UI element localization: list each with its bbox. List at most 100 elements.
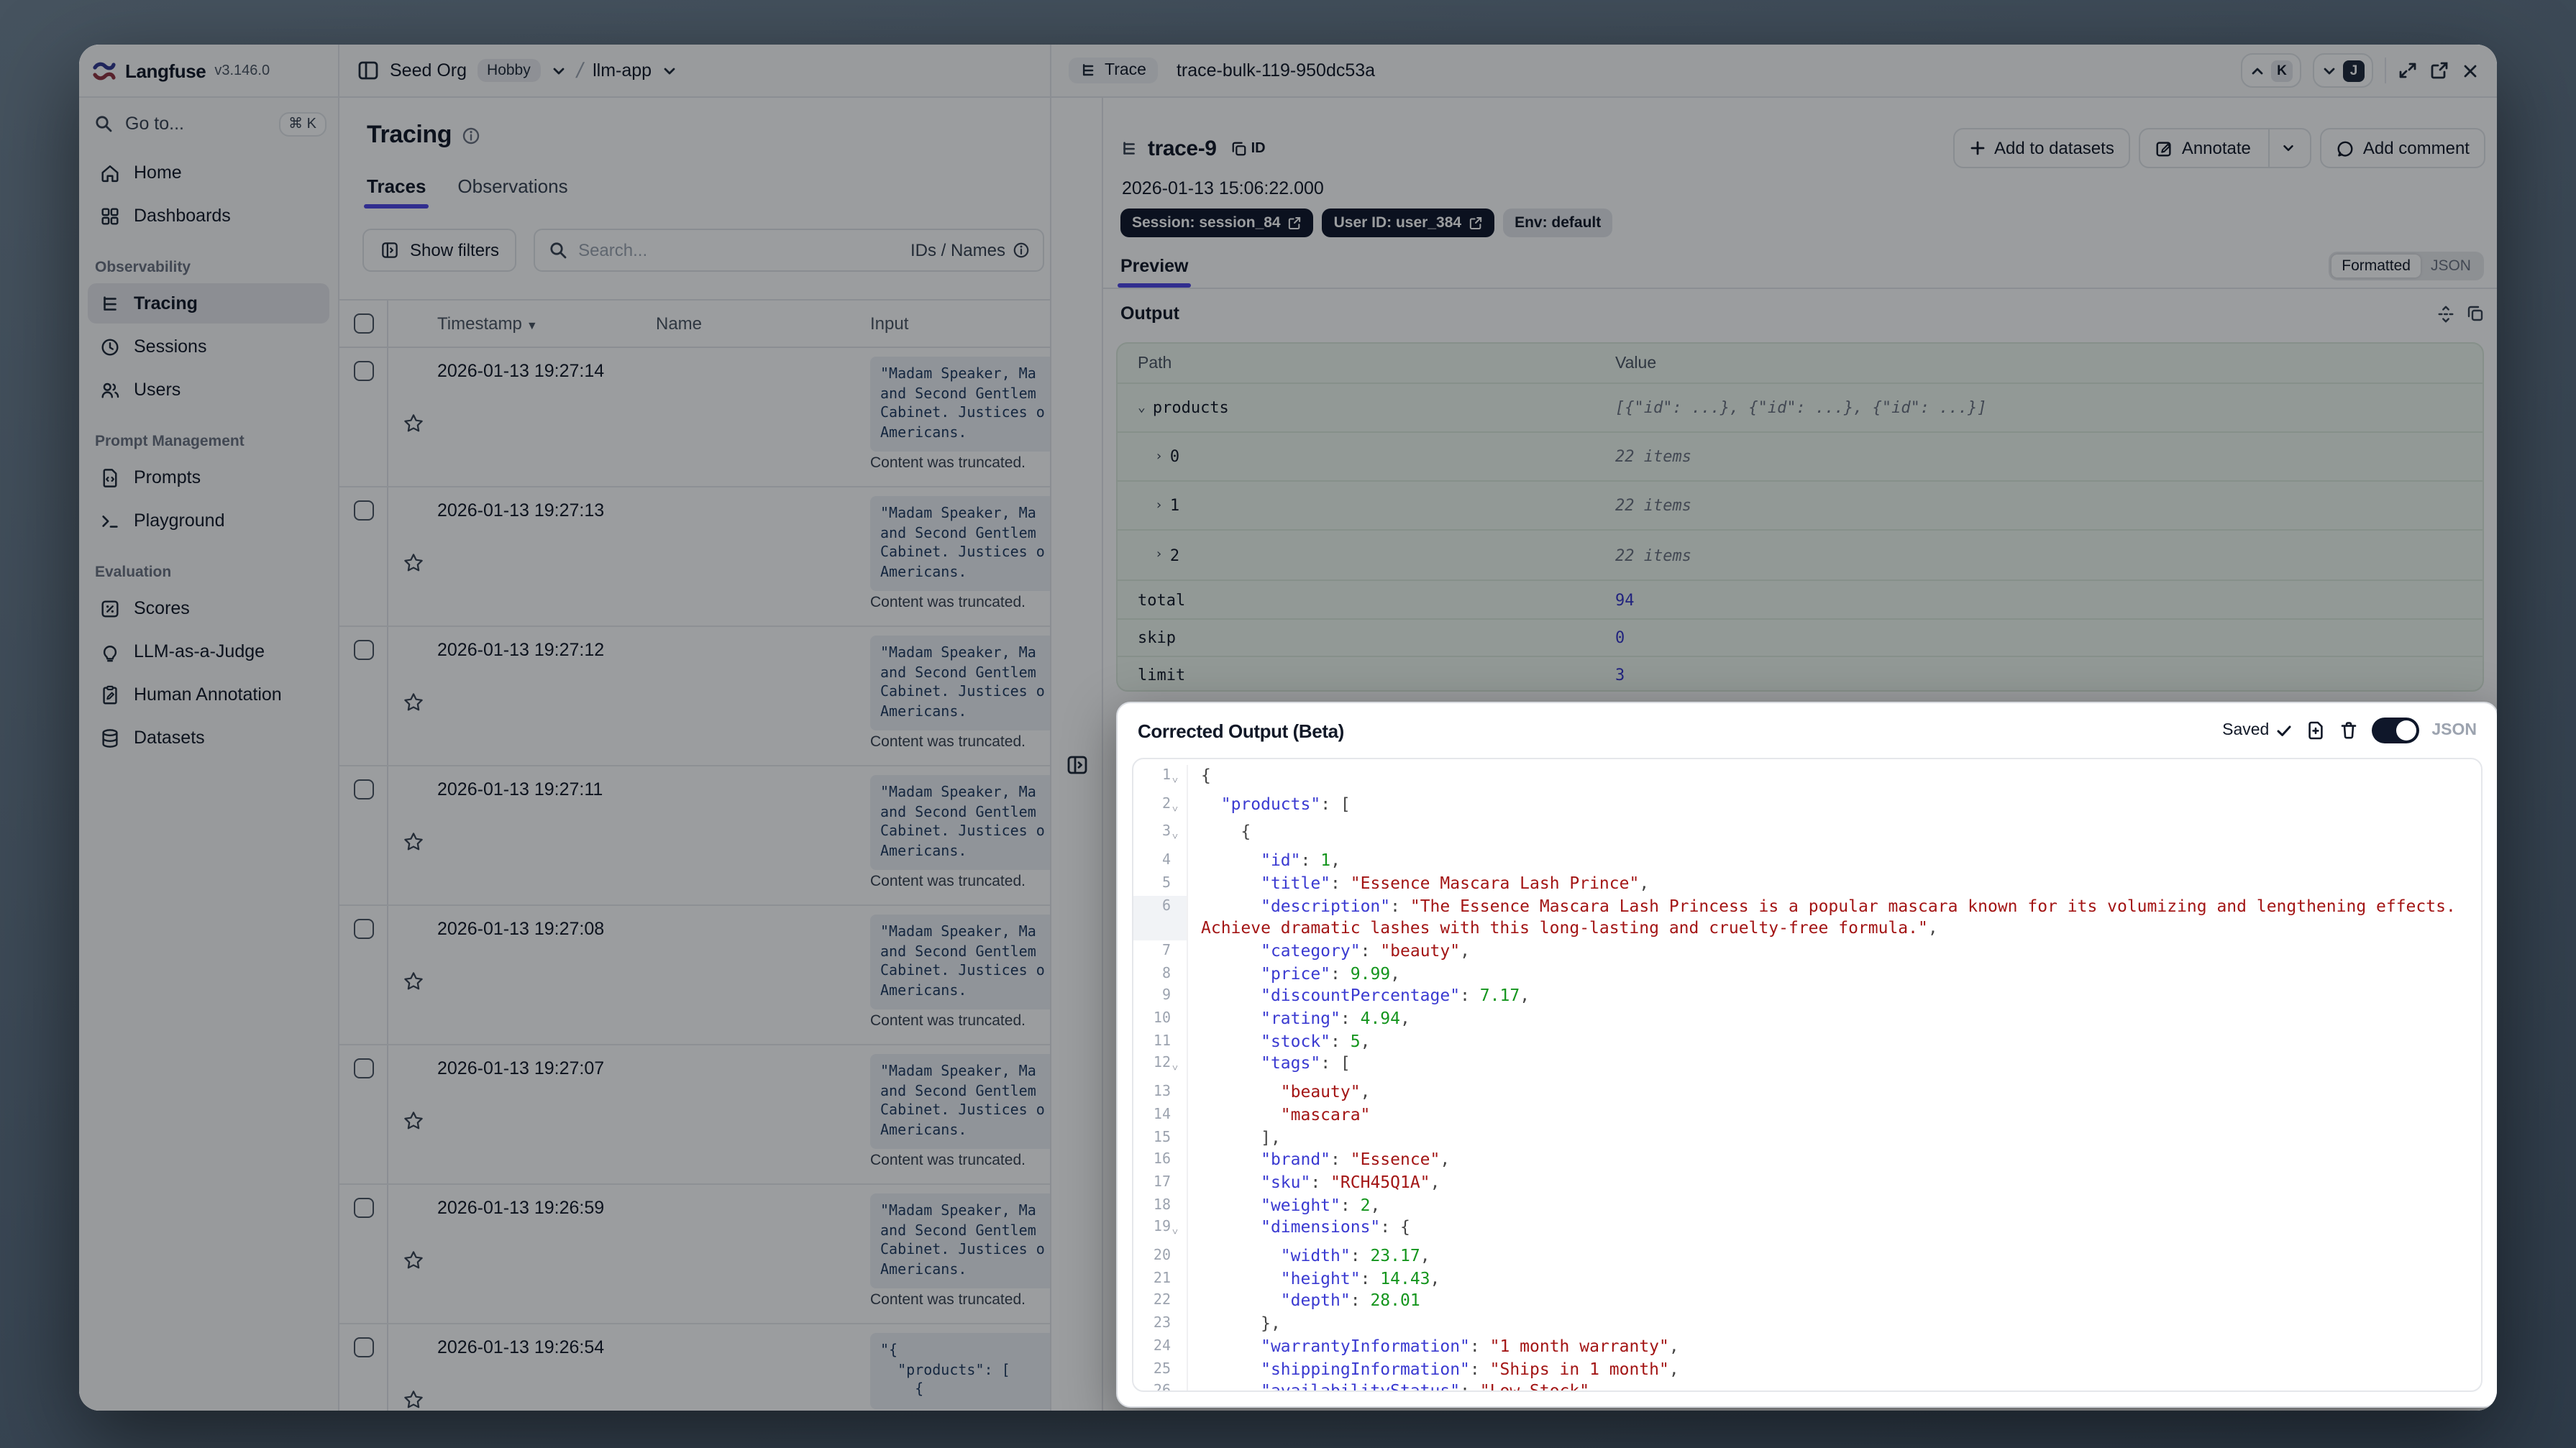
line-gutter[interactable]: 3 ˅ (1133, 821, 1188, 851)
prev-trace-button[interactable]: K (2241, 53, 2301, 88)
bookmark-star-icon[interactable] (402, 359, 424, 486)
trace-row[interactable]: 2026-01-13 19:27:12 "Madam Speaker, Ma an… (339, 627, 1050, 766)
tab-traces[interactable]: Traces (363, 175, 429, 209)
open-external-icon[interactable] (2429, 60, 2449, 81)
fold-caret-icon: ˅ (1172, 775, 1178, 787)
terminal-icon (99, 510, 121, 531)
info-icon[interactable] (462, 126, 480, 145)
row-checkbox[interactable] (353, 1198, 373, 1218)
org-chevron-down-icon[interactable] (551, 63, 567, 78)
row-checkbox[interactable] (353, 1337, 373, 1357)
line-gutter[interactable]: 12 ˅ (1133, 1053, 1188, 1082)
show-filters-button[interactable]: Show filters (362, 229, 517, 272)
trash-icon[interactable] (2338, 720, 2358, 741)
bookmark-star-icon[interactable] (402, 638, 424, 765)
expand-icon[interactable] (2398, 60, 2418, 81)
sidebar-item-tracing[interactable]: Tracing (88, 283, 329, 324)
format-toggle[interactable]: Formatted JSON (2329, 252, 2484, 280)
search-box[interactable]: IDs / Names (534, 229, 1044, 272)
code-text: "price": 9.99, (1261, 963, 1401, 984)
trace-row[interactable]: 2026-01-13 19:27:14 "Madam Speaker, Ma an… (339, 348, 1050, 487)
json-editor[interactable]: 1 ˅{2 ˅ "products": [3 ˅ {4 "id": 1, 5 "titl… (1132, 758, 2483, 1392)
line-gutter[interactable]: 2 ˅ (1133, 793, 1188, 822)
expand-panel-icon[interactable] (1065, 118, 1088, 1411)
annotate-button[interactable]: Annotate (2138, 128, 2311, 168)
copy-id-button[interactable]: ID (1231, 140, 1266, 156)
bookmark-star-icon[interactable] (402, 499, 424, 626)
row-checkbox[interactable] (353, 919, 373, 939)
format-json[interactable]: JSON (2421, 255, 2481, 278)
tab-observations[interactable]: Observations (457, 175, 567, 209)
bookmark-star-icon[interactable] (402, 1336, 424, 1411)
sidebar-item-datasets[interactable]: Datasets (88, 718, 329, 758)
project-chevron-down-icon[interactable] (662, 63, 677, 78)
row-timestamp: 2026-01-13 19:27:13 (437, 500, 605, 521)
sidebar-item-playground[interactable]: Playground (88, 500, 329, 541)
row-checkbox[interactable] (353, 361, 373, 381)
sidebar-item-scores[interactable]: Scores (88, 588, 329, 628)
caret-right-icon[interactable]: › (1155, 449, 1163, 464)
row-checkbox[interactable] (353, 1058, 373, 1078)
column-timestamp[interactable]: Timestamp ▼ (437, 313, 656, 334)
next-trace-button[interactable]: J (2313, 53, 2373, 88)
caret-down-icon[interactable]: ⌄ (1138, 400, 1146, 415)
output-table-header: Path Value (1118, 344, 2483, 384)
file-plus-icon[interactable] (2305, 720, 2325, 741)
trace-row[interactable]: 2026-01-13 19:26:54 "{ "products": [ { (339, 1324, 1050, 1411)
annotate-chevron-down-icon[interactable] (2281, 141, 2296, 155)
tab-preview[interactable]: Preview (1117, 256, 1192, 288)
bookmark-star-icon[interactable] (402, 1196, 424, 1323)
sidebar-item-label: Human Annotation (134, 684, 282, 705)
output-row-products[interactable]: ⌄ products [{"id": ...}, {"id": ...}, {"id… (1118, 384, 2483, 433)
format-formatted[interactable]: Formatted (2331, 255, 2421, 278)
row-checkbox[interactable] (353, 500, 373, 521)
bookmark-star-icon[interactable] (402, 917, 424, 1044)
collapse-sidebar-icon[interactable] (357, 59, 380, 82)
sidebar-item-llm-as-a-judge[interactable]: LLM-as-a-Judge (88, 631, 329, 672)
json-toggle[interactable] (2371, 718, 2419, 743)
output-row-0[interactable]: › 0 22 items (1118, 433, 2483, 482)
add-to-datasets-button[interactable]: Add to datasets (1952, 128, 2130, 168)
column-name[interactable]: Name (656, 313, 870, 334)
code-line: 19 ˅ "dimensions": { (1133, 1216, 2481, 1246)
input-preview: "Madam Speaker, Ma and Second Gentlem Ca… (870, 357, 1050, 452)
close-icon[interactable] (2461, 61, 2480, 80)
sidebar-item-users[interactable]: Users (88, 370, 329, 410)
row-checkbox[interactable] (353, 779, 373, 799)
row-checkbox[interactable] (353, 640, 373, 660)
trace-row[interactable]: 2026-01-13 19:27:11 "Madam Speaker, Ma an… (339, 766, 1050, 906)
select-all-checkbox[interactable] (353, 313, 373, 334)
trace-row[interactable]: 2026-01-13 19:27:08 "Madam Speaker, Ma an… (339, 906, 1050, 1045)
sidebar-item-sessions[interactable]: Sessions (88, 326, 329, 367)
sidebar-item-prompts[interactable]: Prompts (88, 457, 329, 498)
unfold-vertical-icon[interactable] (2436, 304, 2455, 323)
check-icon (2275, 722, 2292, 739)
trace-badge[interactable]: User ID: user_384 (1322, 209, 1495, 237)
line-gutter: 9 (1133, 985, 1188, 1009)
add-comment-button[interactable]: Add comment (2319, 128, 2485, 168)
project-name[interactable]: llm-app (593, 60, 652, 81)
trace-badge[interactable]: Session: session_84 (1120, 209, 1314, 237)
output-row-2[interactable]: › 2 22 items (1118, 531, 2483, 581)
sidebar-item-home[interactable]: Home (88, 152, 329, 193)
output-row-1[interactable]: › 1 22 items (1118, 482, 2483, 531)
search-input[interactable] (578, 240, 900, 260)
bookmark-star-icon[interactable] (402, 1057, 424, 1183)
trace-type-chip: Trace (1069, 58, 1158, 83)
caret-right-icon[interactable]: › (1155, 548, 1163, 562)
line-gutter[interactable]: 19 ˅ (1133, 1216, 1188, 1246)
trace-row[interactable]: 2026-01-13 19:27:13 "Madam Speaker, Ma an… (339, 487, 1050, 627)
go-to-search[interactable]: Go to... ⌘ K (79, 98, 338, 150)
sidebar-item-human-annotation[interactable]: Human Annotation (88, 674, 329, 715)
column-input[interactable]: Input (870, 313, 1050, 334)
trace-row[interactable]: 2026-01-13 19:26:59 "Madam Speaker, Ma an… (339, 1185, 1050, 1324)
copy-output-icon[interactable] (2467, 304, 2484, 323)
clock-icon (99, 336, 121, 357)
caret-right-icon[interactable]: › (1155, 498, 1163, 513)
search-scope-hint[interactable]: IDs / Names (910, 240, 1030, 260)
trace-row[interactable]: 2026-01-13 19:27:07 "Madam Speaker, Ma an… (339, 1045, 1050, 1185)
line-gutter[interactable]: 1 ˅ (1133, 765, 1188, 794)
org-name[interactable]: Seed Org (390, 60, 467, 81)
sidebar-item-dashboards[interactable]: Dashboards (88, 196, 329, 236)
bookmark-star-icon[interactable] (402, 778, 424, 904)
